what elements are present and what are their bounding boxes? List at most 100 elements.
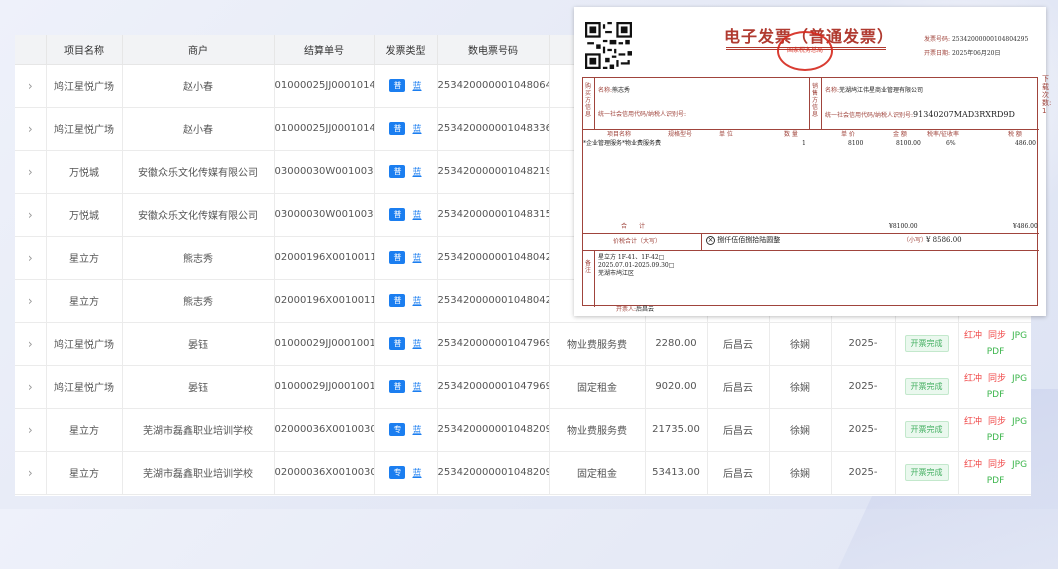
seller-name-line: 名称:芜湖鸠江伟星商业管理有限公司	[825, 87, 923, 95]
invoice-type-tag: 普	[389, 294, 406, 307]
invoice-type: 专蓝	[374, 408, 438, 452]
status-badge: 开票完成	[904, 378, 949, 395]
table-row[interactable]: › 鸠江星悦广场 晏钰 01000029JJ00010013 普蓝 25342000000…	[15, 322, 1031, 366]
red-reverse-button[interactable]: 红冲	[964, 417, 982, 427]
expand-row-button[interactable]: ›	[15, 64, 47, 108]
red-reverse-button[interactable]: 红冲	[964, 331, 982, 341]
blue-invoice-link[interactable]: 蓝	[412, 340, 421, 350]
settlement-number: 02000196X0010011	[274, 279, 375, 323]
download-count: 下载次数: 1	[1042, 75, 1052, 115]
seller-name-label: 名称:	[825, 87, 840, 94]
merchant-name: 安徽众乐文化传媒有限公司	[122, 193, 275, 237]
total-tax: ¥486.00	[1013, 223, 1038, 230]
item-amount: 8100.00	[896, 140, 921, 147]
grand-total-upper: 捌仟伍佰捌拾陆圆整	[717, 236, 781, 244]
chevron-right-icon: ›	[27, 422, 33, 437]
pdf-download-button[interactable]: PDF	[987, 433, 1005, 443]
blue-invoice-link[interactable]: 蓝	[412, 254, 421, 264]
pdf-download-button[interactable]: PDF	[987, 390, 1005, 400]
chevron-right-icon: ›	[27, 250, 33, 265]
column-header: 结算单号	[274, 35, 375, 65]
jpg-download-button[interactable]: JPG	[1012, 417, 1027, 427]
settlement-number: 01000029JJ00010013	[274, 365, 375, 409]
invoice-type: 普蓝	[374, 236, 438, 280]
status-badge: 开票完成	[904, 335, 949, 352]
actions-cell: 红冲 同步 JPG PDF	[958, 451, 1031, 495]
item-rate: 6%	[946, 140, 956, 147]
blue-invoice-link[interactable]: 蓝	[412, 297, 421, 307]
actions-cell: 红冲 同步 JPG PDF	[958, 365, 1031, 409]
invoice-type: 普蓝	[374, 193, 438, 237]
seller-tax-label: 统一社会信用代码/纳税人识别号:	[825, 112, 914, 119]
status-cell: 开票完成	[895, 408, 959, 452]
status-cell: 开票完成	[895, 322, 959, 366]
col-amount: 金 额	[893, 131, 907, 138]
column-header: 发票类型	[374, 35, 438, 65]
merchant-name: 安徽众乐文化传媒有限公司	[122, 150, 275, 194]
sync-button[interactable]: 同步	[988, 374, 1006, 384]
jpg-download-button[interactable]: JPG	[1012, 374, 1027, 384]
sync-button[interactable]: 同步	[988, 417, 1006, 427]
issuer: 后昌云	[707, 322, 770, 366]
invoice-type-tag: 普	[389, 165, 406, 178]
drawer-name: 后昌云	[636, 306, 655, 313]
invoice-number: 25342000000104831569	[437, 193, 550, 237]
table-row[interactable]: › 鸠江星悦广场 晏钰 01000029JJ00010013 普蓝 25342000000…	[15, 365, 1031, 409]
expand-row-button[interactable]: ›	[15, 451, 47, 495]
blue-invoice-link[interactable]: 蓝	[412, 211, 421, 221]
blue-invoice-link[interactable]: 蓝	[412, 125, 421, 135]
remark-line: 芜湖市鸠江区	[598, 270, 635, 277]
seller-name: 芜湖鸠江伟星商业管理有限公司	[839, 87, 924, 94]
table-row[interactable]: › 星立方 芜湖市磊鑫职业培训学校 02000036X0010030 专蓝 2534200…	[15, 451, 1031, 495]
item-price: 8100	[848, 140, 864, 147]
col-tax: 税 额	[1008, 131, 1022, 138]
invoice-body: 购买方信息 销售方信息 名称:熊志秀 统一社会信用代码/纳税人识别号: 名称:芜…	[582, 77, 1039, 307]
remark-label: 备注	[585, 260, 592, 274]
merchant-name: 芜湖市磊鑫职业培训学校	[122, 451, 275, 495]
blue-invoice-link[interactable]: 蓝	[412, 469, 421, 479]
chevron-right-icon: ›	[27, 336, 33, 351]
expand-row-button[interactable]: ›	[15, 236, 47, 280]
item-tax: 486.00	[1015, 140, 1036, 147]
jpg-download-button[interactable]: JPG	[1012, 460, 1027, 470]
settlement-number: 01000029JJ00010013	[274, 322, 375, 366]
expand-row-button[interactable]: ›	[15, 322, 47, 366]
expand-row-button[interactable]: ›	[15, 408, 47, 452]
amount: 2280.00	[645, 322, 708, 366]
pdf-download-button[interactable]: PDF	[987, 347, 1005, 357]
tax-seal: 国家税务总局	[777, 31, 833, 71]
invoice-number-label: 发票号码:	[924, 36, 951, 43]
table-row[interactable]: › 星立方 芜湖市磊鑫职业培训学校 02000036X0010030 专蓝 2534200…	[15, 408, 1031, 452]
expand-row-button[interactable]: ›	[15, 150, 47, 194]
expand-row-button[interactable]: ›	[15, 107, 47, 151]
pdf-download-button[interactable]: PDF	[987, 476, 1005, 486]
settlement-number: 01000025JJ00010140	[274, 64, 375, 108]
invoice-number-line: 发票号码: 25342000000104804295	[924, 34, 1028, 43]
red-reverse-button[interactable]: 红冲	[964, 460, 982, 470]
issuer: 后昌云	[707, 365, 770, 409]
sync-button[interactable]: 同步	[988, 331, 1006, 341]
amount: 21735.00	[645, 408, 708, 452]
red-reverse-button[interactable]: 红冲	[964, 374, 982, 384]
expand-row-button[interactable]: ›	[15, 279, 47, 323]
blue-invoice-link[interactable]: 蓝	[412, 426, 421, 436]
invoice-date-label: 开票日期:	[924, 50, 951, 57]
blue-invoice-link[interactable]: 蓝	[412, 82, 421, 92]
invoice-type-tag: 专	[389, 423, 406, 436]
jpg-download-button[interactable]: JPG	[1012, 331, 1027, 341]
sync-button[interactable]: 同步	[988, 460, 1006, 470]
reviewer: 徐娴	[769, 451, 832, 495]
buyer-name-label: 名称:	[598, 87, 613, 94]
blue-invoice-link[interactable]: 蓝	[412, 383, 421, 393]
item-category: 物业费服务费	[549, 408, 646, 452]
expand-row-button[interactable]: ›	[15, 193, 47, 237]
expand-row-button[interactable]: ›	[15, 365, 47, 409]
invoice-number: 25342000000104806471	[437, 64, 550, 108]
status-badge: 开票完成	[904, 421, 949, 438]
buyer-name: 熊志秀	[612, 87, 631, 94]
buyer-name-line: 名称:熊志秀	[598, 87, 630, 95]
col-rate: 税率/征收率	[927, 131, 960, 138]
chevron-right-icon: ›	[27, 164, 33, 179]
invoice-date-line: 开票日期: 2025年06月20日	[924, 48, 1001, 57]
blue-invoice-link[interactable]: 蓝	[412, 168, 421, 178]
